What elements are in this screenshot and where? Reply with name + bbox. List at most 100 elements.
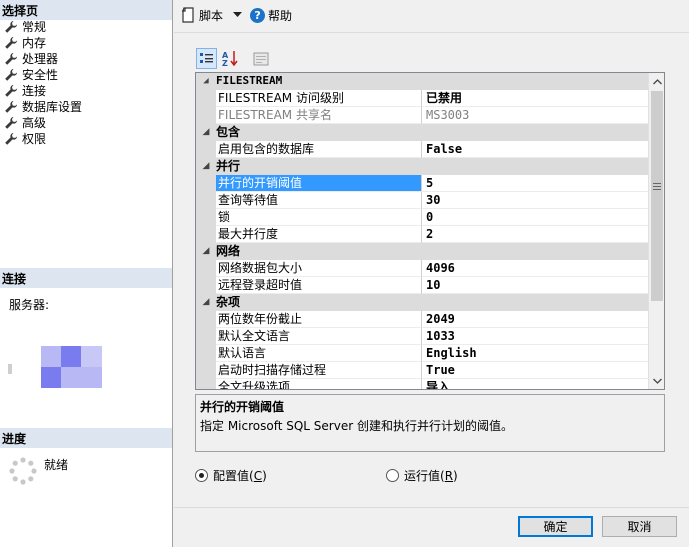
category-row[interactable]: ◢ 杂项 [196,294,649,311]
collapse-icon[interactable]: ◢ [196,124,216,141]
property-name[interactable]: FILESTREAM 访问级别 [216,90,422,107]
property-row[interactable]: 最大并行度 2 [196,226,649,243]
toolbar-divider [174,32,689,33]
property-value[interactable]: True [422,362,649,379]
property-value[interactable]: 4096 [422,260,649,277]
alphabetical-button[interactable]: A Z [220,48,241,69]
property-row[interactable]: 查询等待值 30 [196,192,649,209]
nav-item[interactable]: 权限 [4,131,82,147]
property-name[interactable]: 最大并行度 [216,226,422,243]
property-name[interactable]: 网络数据包大小 [216,260,422,277]
property-name[interactable]: 查询等待值 [216,192,422,209]
property-row[interactable]: 启动时扫描存储过程 True [196,362,649,379]
property-row[interactable]: 网络数据包大小 4096 [196,260,649,277]
category-row[interactable]: ◢ 并行 [196,158,649,175]
property-row[interactable]: FILESTREAM 访问级别 已禁用 [196,90,649,107]
nav-item[interactable]: 内存 [4,35,82,51]
property-name[interactable]: 全文升级选项 [216,379,422,389]
nav-item-label: 处理器 [22,52,59,66]
property-name[interactable]: 两位数年份截止 [216,311,422,328]
property-value[interactable]: 5 [422,175,649,192]
collapse-icon[interactable]: ◢ [196,158,216,175]
progress-status: 就绪 [44,458,69,472]
property-value[interactable]: 1033 [422,328,649,345]
property-grid: ◢ FILESTREAM FILESTREAM 访问级别 已禁用 FILESTREAM … [195,72,665,390]
row-gutter [196,192,216,209]
cancel-button[interactable]: 取消 [602,516,677,537]
property-name[interactable]: 默认全文语言 [216,328,422,345]
scroll-up-button[interactable] [649,73,664,90]
property-name[interactable]: 锁 [216,209,422,226]
property-value[interactable]: 2 [422,226,649,243]
property-value[interactable]: False [422,141,649,158]
category-row[interactable]: ◢ FILESTREAM [196,73,649,90]
property-value[interactable]: 已禁用 [422,90,649,107]
nav-item[interactable]: 处理器 [4,51,82,67]
property-name[interactable]: 启用包含的数据库 [216,141,422,158]
nav-item[interactable]: 连接 [4,83,82,99]
property-value[interactable]: 导入 [422,379,649,389]
nav-item-label: 常规 [22,20,47,34]
property-name[interactable]: 并行的开销阈值 [216,175,422,192]
ok-button[interactable]: 确定 [518,516,593,537]
running-value-radio[interactable]: 运行值(R) [386,467,458,484]
property-row[interactable]: 锁0 [196,209,649,226]
property-row[interactable]: FILESTREAM 共享名 MS3003 [196,107,649,124]
property-row[interactable]: 并行的开销阈值 5 [196,175,649,192]
collapse-icon[interactable]: ◢ [196,243,216,260]
category-row[interactable]: ◢ 包含 [196,124,649,141]
categorized-button[interactable] [196,48,217,69]
property-row[interactable]: 默认全文语言 1033 [196,328,649,345]
configured-key: C [253,468,263,483]
property-value[interactable]: 2049 [422,311,649,328]
wrench-icon [5,53,17,65]
property-row[interactable]: 两位数年份截止 2049 [196,311,649,328]
configured-value-radio[interactable]: 配置值(C) [195,467,267,484]
nav-item[interactable]: 安全性 [4,67,82,83]
radio-running[interactable] [386,469,399,482]
property-name[interactable]: 默认语言 [216,345,422,362]
radio-configured[interactable] [195,469,208,482]
property-value[interactable]: English [422,345,649,362]
nav-item-label: 内存 [22,36,47,50]
nav-item[interactable]: 数据库设置 [4,99,82,115]
row-gutter [196,107,216,124]
nav-item-label: 安全性 [22,68,59,82]
nav-item[interactable]: 常规 [4,19,82,35]
row-gutter [196,362,216,379]
configured-label: 配置值 [213,469,250,483]
help-button[interactable]: ? 帮助 [250,7,292,24]
running-key: R [444,468,454,483]
scrollbar-thumb[interactable] [651,91,663,301]
property-value[interactable]: MS3003 [422,107,649,124]
property-value[interactable]: 0 [422,209,649,226]
running-label: 运行值 [404,469,441,483]
property-pages-button[interactable] [250,48,271,69]
property-row[interactable]: 全文升级选项 导入 [196,379,649,389]
property-row[interactable]: 启用包含的数据库 False [196,141,649,158]
left-pane: 选择页 常规 内存 处理器 安全性 连接 数据库设置 高级 权限 连接 服务器: 进度 就绪 [0,0,173,547]
nav-item[interactable]: 高级 [4,115,82,131]
nav-item-label: 高级 [22,116,47,130]
property-name[interactable]: 远程登录超时值 [216,277,422,294]
collapse-icon[interactable]: ◢ [196,294,216,311]
chevron-down-icon[interactable] [233,12,243,18]
chevron-down-icon [652,378,662,384]
description-panel: 并行的开销阈值 指定 Microsoft SQL Server 创建和执行并行计… [195,394,665,452]
grid-vertical-scrollbar[interactable] [648,73,664,389]
svg-text:Z: Z [222,59,228,67]
row-gutter [196,328,216,345]
collapse-icon[interactable]: ◢ [196,73,216,90]
scroll-down-button[interactable] [649,372,664,389]
category-row[interactable]: ◢ 网络 [196,243,649,260]
wrench-icon [5,117,17,129]
nav-item-label: 数据库设置 [22,100,83,114]
property-name[interactable]: 启动时扫描存储过程 [216,362,422,379]
property-row[interactable]: 远程登录超时值 10 [196,277,649,294]
property-value[interactable]: 30 [422,192,649,209]
script-button[interactable]: 脚本 [181,7,250,24]
property-row[interactable]: 默认语言 English [196,345,649,362]
property-value[interactable]: 10 [422,277,649,294]
property-name[interactable]: FILESTREAM 共享名 [216,107,422,124]
progress-header: 进度 [0,428,172,448]
